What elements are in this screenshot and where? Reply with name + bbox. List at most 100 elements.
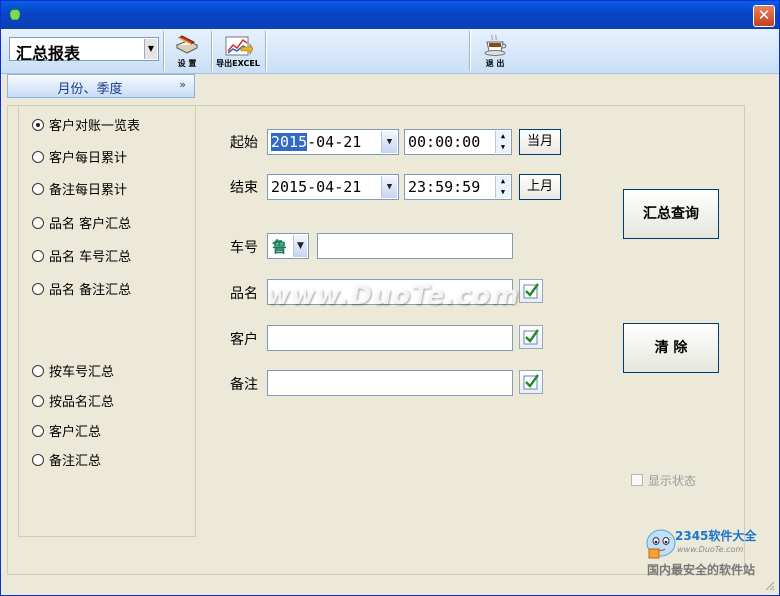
chart-export-icon	[225, 36, 253, 56]
start-date-year: 2015	[271, 133, 308, 151]
radio-dot-icon[interactable]	[32, 119, 44, 131]
spin-updown-icon[interactable]: ▲ ▼	[495, 131, 510, 153]
clear-button[interactable]: 清 除	[623, 323, 719, 373]
remark-select-button[interactable]	[519, 370, 543, 394]
report-option-label: 品名 客户汇总	[49, 217, 132, 232]
toolbar-separator	[469, 31, 471, 71]
report-option-label: 按车号汇总	[49, 365, 115, 380]
checkmark-icon	[523, 329, 539, 345]
export-excel-button[interactable]: 导出EXCEL	[215, 31, 261, 71]
toolbar-separator	[211, 31, 213, 71]
chevron-down-icon[interactable]: ▼	[381, 176, 397, 198]
report-option-radio[interactable]: 备注汇总	[32, 453, 101, 471]
chevron-down-icon[interactable]: ▼	[381, 131, 397, 153]
this-month-button[interactable]: 当月	[519, 129, 561, 155]
start-time-value: 00:00:00	[408, 133, 481, 151]
report-option-radio[interactable]: 按品名汇总	[32, 394, 114, 412]
resize-grip-icon[interactable]	[765, 581, 775, 591]
report-option-label: 品名 车号汇总	[49, 250, 132, 265]
close-button[interactable]: ✕	[753, 5, 775, 27]
report-options-group	[18, 105, 196, 537]
radio-dot-icon[interactable]	[32, 365, 44, 377]
product-label: 品名	[230, 286, 258, 302]
chevron-down-icon[interactable]: ▼	[293, 235, 307, 257]
report-option-radio[interactable]: 品名 车号汇总	[32, 249, 131, 267]
title-bar[interactable]: ✕	[1, 1, 779, 29]
remark-input[interactable]	[267, 370, 513, 396]
main-window: ✕ 汇总报表 ▼ 设 置 导出EXCEL 退 出 月份、季度 » 客户对账一览表…	[0, 0, 780, 596]
end-time-spinner[interactable]: 23:59:59 ▲ ▼	[404, 174, 512, 200]
spin-updown-icon[interactable]: ▲ ▼	[495, 176, 510, 198]
exit-label: 退 出	[485, 59, 505, 68]
end-time-value: 23:59:59	[408, 178, 481, 196]
brand-2345-text: 2345软件大全	[675, 529, 757, 543]
settings-button[interactable]: 设 置	[167, 31, 207, 71]
start-label: 起始	[230, 135, 258, 151]
start-date-picker[interactable]: 2015-04-21 ▼	[267, 129, 399, 155]
report-option-radio[interactable]: 客户每日累计	[32, 150, 127, 168]
customer-input[interactable]	[267, 325, 513, 351]
plate-prefix-select[interactable]: 鲁 ▼	[267, 233, 309, 259]
customer-select-button[interactable]	[519, 325, 543, 349]
report-option-label: 客户对账一览表	[49, 119, 141, 134]
report-option-label: 按品名汇总	[49, 395, 115, 410]
report-option-label: 客户每日累计	[49, 151, 128, 166]
settings-label: 设 置	[177, 59, 197, 68]
end-date-value: 2015-04-21	[271, 178, 362, 196]
export-label: 导出EXCEL	[216, 59, 260, 68]
show-status-checkbox[interactable]: 显示状态	[631, 472, 696, 489]
report-option-label: 品名 备注汇总	[49, 283, 132, 298]
report-option-radio[interactable]: 品名 备注汇总	[32, 282, 131, 300]
checkbox-box[interactable]	[631, 474, 643, 486]
report-type-select[interactable]: 汇总报表 ▼	[9, 37, 159, 63]
plate-label: 车号	[230, 240, 258, 256]
start-time-spinner[interactable]: 00:00:00 ▲ ▼	[404, 129, 512, 155]
period-panel-title: 月份、季度	[57, 82, 123, 97]
start-date-value: 2015-04-21	[271, 130, 361, 154]
radio-dot-icon[interactable]	[32, 151, 44, 163]
brand-url-text: www.DuoTe.com	[677, 545, 744, 554]
start-date-rest: -04-21	[307, 133, 362, 151]
plate-prefix-value: 鲁	[272, 238, 288, 256]
settings-book-icon	[175, 35, 199, 54]
report-option-radio[interactable]: 备注每日累计	[32, 182, 127, 200]
radio-dot-icon[interactable]	[32, 425, 44, 437]
customer-label: 客户	[230, 332, 258, 348]
end-date-picker[interactable]: 2015-04-21 ▼	[267, 174, 399, 200]
radio-dot-icon[interactable]	[32, 283, 44, 295]
radio-dot-icon[interactable]	[32, 454, 44, 466]
report-type-value: 汇总报表	[16, 44, 81, 63]
report-option-label: 客户汇总	[49, 425, 102, 440]
duote-watermark: www.DuoTe.com	[266, 281, 520, 311]
last-month-button[interactable]: 上月	[519, 174, 561, 200]
toolbar-separator	[163, 31, 165, 71]
end-label: 结束	[230, 180, 258, 196]
brand-watermark: 2345软件大全 www.DuoTe.com 国内最安全的软件站	[641, 519, 780, 579]
double-chevron-down-icon[interactable]: »	[179, 78, 186, 91]
report-option-radio[interactable]: 客户汇总	[32, 424, 101, 442]
report-option-radio[interactable]: 客户对账一览表	[32, 118, 140, 136]
checkmark-icon	[523, 283, 539, 299]
show-status-label: 显示状态	[648, 474, 697, 488]
remark-label: 备注	[230, 377, 258, 393]
checkmark-icon	[523, 374, 539, 390]
product-select-button[interactable]	[519, 279, 543, 303]
brand-slogan-text: 国内最安全的软件站	[647, 563, 756, 577]
summary-query-button[interactable]: 汇总查询	[623, 189, 719, 239]
radio-dot-icon[interactable]	[32, 395, 44, 407]
exit-button[interactable]: 退 出	[475, 31, 515, 71]
plate-number-input[interactable]	[317, 233, 513, 259]
toolbar-separator	[265, 31, 267, 71]
toolbar: 汇总报表 ▼ 设 置 导出EXCEL 退 出	[1, 29, 779, 74]
radio-dot-icon[interactable]	[32, 217, 44, 229]
period-panel-header[interactable]: 月份、季度 »	[7, 74, 195, 98]
report-option-label: 备注汇总	[49, 454, 102, 469]
report-option-label: 备注每日累计	[49, 183, 128, 198]
radio-dot-icon[interactable]	[32, 183, 44, 195]
chevron-down-icon[interactable]: ▼	[144, 39, 157, 59]
radio-dot-icon[interactable]	[32, 250, 44, 262]
coffee-cup-icon	[484, 34, 507, 56]
report-option-radio[interactable]: 按车号汇总	[32, 364, 114, 382]
report-option-radio[interactable]: 品名 客户汇总	[32, 216, 131, 234]
apple-icon	[9, 7, 21, 21]
